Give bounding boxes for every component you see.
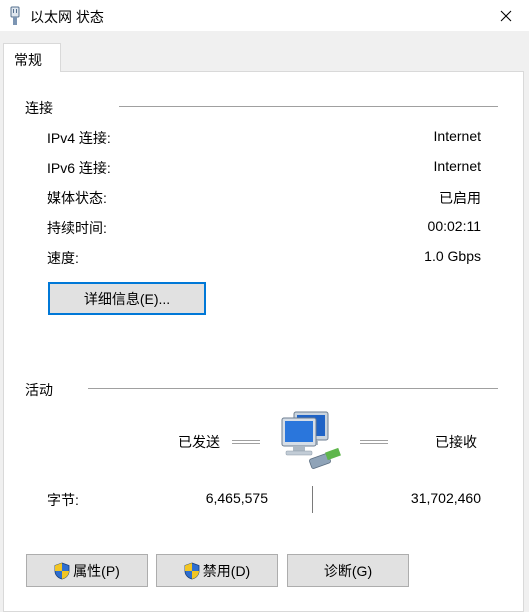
received-line <box>360 440 388 444</box>
disable-button-label: 禁用(D) <box>202 562 251 579</box>
activity-heading: 活动 <box>25 382 53 398</box>
title-bar: 以太网 状态 <box>0 0 529 31</box>
activity-divider <box>88 388 498 389</box>
bytes-sent-value: 6,465,575 <box>205 490 268 506</box>
sent-line <box>232 440 260 444</box>
tab-general[interactable]: 常规 <box>3 43 61 72</box>
details-button[interactable]: 详细信息(E)... <box>48 282 206 315</box>
bytes-label: 字节: <box>47 492 79 508</box>
close-icon <box>500 10 512 21</box>
uac-shield-icon <box>54 562 70 579</box>
connection-heading: 连接 <box>25 100 53 116</box>
diagnose-button[interactable]: 诊断(G) <box>287 554 409 587</box>
disable-button[interactable]: 禁用(D) <box>156 554 278 587</box>
bytes-separator <box>312 486 313 513</box>
media-state-label: 媒体状态: <box>47 190 107 206</box>
window-title: 以太网 状态 <box>30 9 104 25</box>
tab-panel <box>3 71 524 612</box>
close-button[interactable] <box>483 0 529 31</box>
ipv4-label: IPv4 连接: <box>47 130 111 146</box>
tab-general-label: 常规 <box>14 52 42 68</box>
diagnose-button-label: 诊断(G) <box>323 562 373 579</box>
ipv6-value: Internet <box>433 158 481 174</box>
media-state-value: 已启用 <box>439 190 481 206</box>
properties-button[interactable]: 属性(P) <box>26 554 148 587</box>
properties-button-label: 属性(P) <box>73 562 120 579</box>
connection-divider <box>119 106 498 107</box>
received-label: 已接收 <box>435 434 477 450</box>
sent-label: 已发送 <box>178 434 220 450</box>
ethernet-adapter-icon <box>10 6 20 25</box>
duration-label: 持续时间: <box>47 220 107 236</box>
network-computers-icon <box>281 411 341 469</box>
ipv6-label: IPv6 连接: <box>47 160 111 176</box>
speed-label: 速度: <box>47 250 79 266</box>
bytes-received-value: 31,702,460 <box>410 490 481 506</box>
duration-value: 00:02:11 <box>427 218 481 234</box>
speed-value: 1.0 Gbps <box>424 248 481 264</box>
uac-shield-icon <box>184 562 200 579</box>
ipv4-value: Internet <box>433 128 481 144</box>
